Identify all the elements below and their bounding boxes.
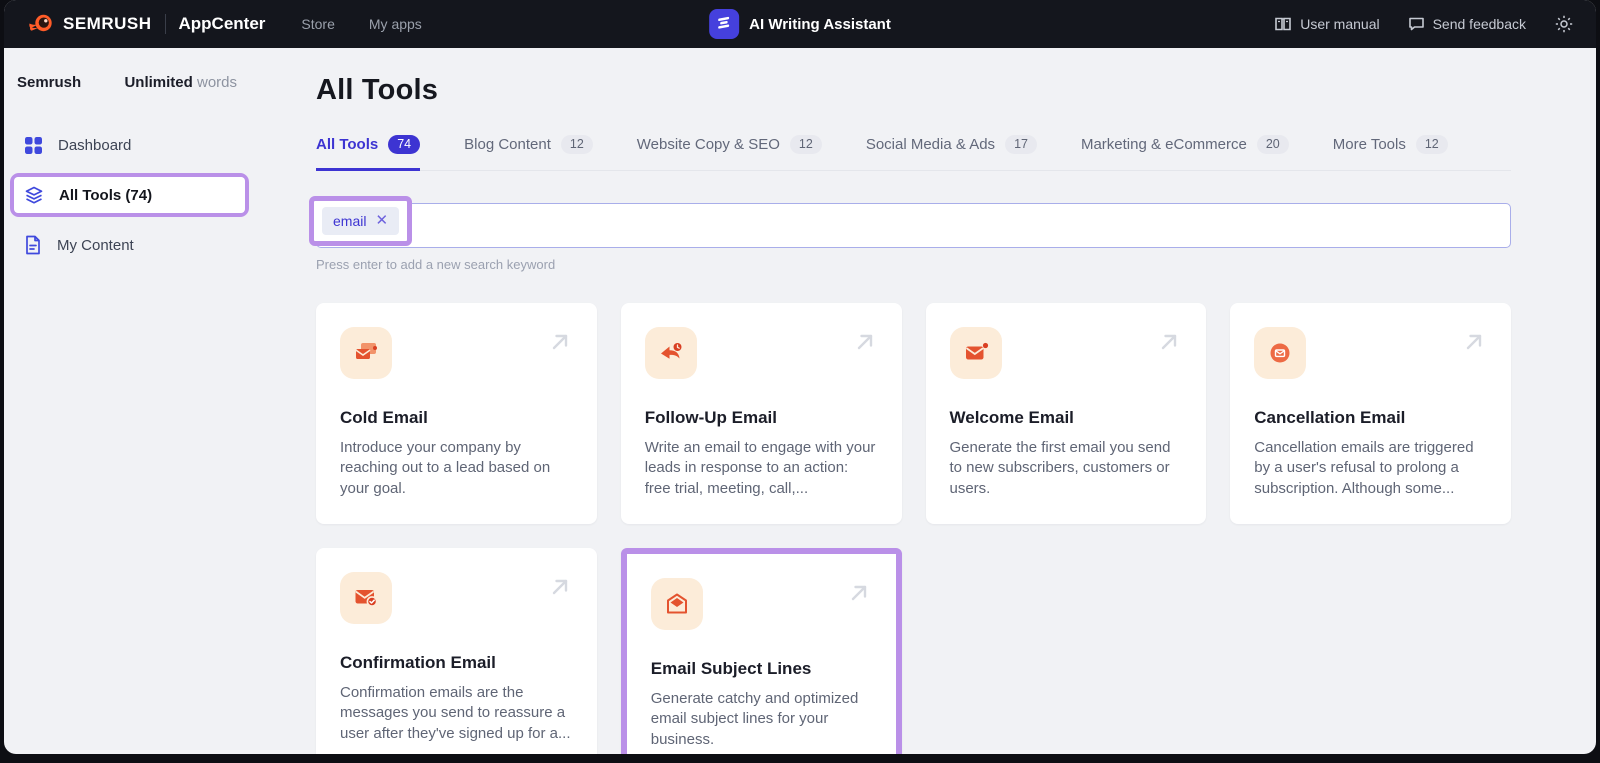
tab-social-media-ads[interactable]: Social Media & Ads 17 xyxy=(866,135,1037,171)
search-chip[interactable]: email ✕ xyxy=(322,206,400,235)
tab-website-copy-seo[interactable]: Website Copy & SEO 12 xyxy=(637,135,822,171)
app-header: AI Writing Assistant xyxy=(709,0,891,48)
document-icon xyxy=(24,235,42,255)
brand-semrush: SEMRUSH xyxy=(63,14,152,33)
open-arrow-icon xyxy=(1156,329,1182,360)
confirmation-email-icon xyxy=(351,583,381,613)
ai-writing-assistant-icon xyxy=(709,9,740,39)
tab-marketing-ecommerce[interactable]: Marketing & eCommerce 20 xyxy=(1081,135,1289,171)
welcome-email-icon xyxy=(961,338,991,368)
sidebar-item-all-tools-74[interactable]: All Tools (74) xyxy=(14,177,245,213)
card-slot-welcome-email: Welcome Email Generate the first email y… xyxy=(925,302,1207,524)
annotation-highlight-sidebar: All Tools (74) xyxy=(10,173,249,217)
tab-count-badge: 74 xyxy=(388,135,421,154)
card-slot-cold-email: Cold Email Introduce your company by rea… xyxy=(316,302,597,524)
tab-count-badge: 17 xyxy=(1005,135,1037,154)
card-icon-tile xyxy=(340,326,392,379)
annotation-highlight-card-email-subject-lines: Email Subject Lines Generate catchy and … xyxy=(620,547,902,754)
screenshot-frame: SEMRUSH AppCenter Store My apps AI Writi… xyxy=(0,0,1600,763)
tab-all-tools[interactable]: All Tools 74 xyxy=(316,135,421,171)
send-feedback-link[interactable]: Send feedback xyxy=(1408,16,1526,32)
open-arrow-icon xyxy=(852,329,878,360)
tab-count-badge: 12 xyxy=(789,135,822,154)
sidebar-nav: Dashboard All Tools (74) My Content xyxy=(4,125,254,265)
card-slot-confirmation-email: Confirmation Email Confirmation emails a… xyxy=(316,547,597,754)
card-icon-tile xyxy=(949,326,1002,379)
open-arrow-icon xyxy=(547,574,573,605)
tab-count-badge: 12 xyxy=(1415,135,1448,154)
user-manual-link[interactable]: User manual xyxy=(1274,16,1380,32)
tabs: All Tools 74 Blog Content 12 Website Cop… xyxy=(316,135,1511,171)
card-description: Generate the first email you send to new… xyxy=(949,438,1171,497)
topbar: SEMRUSH AppCenter Store My apps AI Writi… xyxy=(4,0,1596,48)
dashboard-grid-icon xyxy=(24,136,43,155)
search-helper: Press enter to add a new search keyword xyxy=(316,256,556,272)
topbar-nav: Store My apps xyxy=(301,16,421,32)
card-slot-follow-up-email: Follow-Up Email Write an email to engage… xyxy=(620,302,902,524)
card-title: Welcome Email xyxy=(949,407,1074,427)
tab-count-badge: 12 xyxy=(560,135,593,154)
card-title: Cold Email xyxy=(340,407,428,427)
sidebar: Semrush Unlimited words Dashboard All To… xyxy=(4,48,254,754)
card-slot-cancellation-email: Cancellation Email Cancellation emails a… xyxy=(1230,302,1511,524)
card-title: Cancellation Email xyxy=(1254,407,1406,427)
open-arrow-icon xyxy=(846,580,872,611)
card-follow-up-email[interactable]: Follow-Up Email Write an email to engage… xyxy=(620,302,902,524)
card-description: Introduce your company by reaching out t… xyxy=(340,438,551,497)
card-welcome-email[interactable]: Welcome Email Generate the first email y… xyxy=(925,302,1207,524)
card-description: Confirmation emails are the messages you… xyxy=(340,683,571,742)
open-arrow-icon xyxy=(547,329,573,360)
nav-my-apps[interactable]: My apps xyxy=(369,16,422,32)
card-title: Confirmation Email xyxy=(340,652,496,672)
brand-group[interactable]: SEMRUSH AppCenter xyxy=(28,11,265,37)
tab-count-badge: 20 xyxy=(1256,135,1289,154)
search-input[interactable] xyxy=(316,202,1511,248)
cancellation-email-icon xyxy=(1265,338,1295,368)
card-confirmation-email[interactable]: Confirmation Email Confirmation emails a… xyxy=(316,547,597,754)
open-arrow-icon xyxy=(1461,329,1487,360)
cold-email-icon xyxy=(351,338,381,368)
card-description: Write an email to engage with your leads… xyxy=(644,438,876,497)
nav-store[interactable]: Store xyxy=(301,16,334,32)
search-chip-label: email xyxy=(333,212,367,229)
card-title: Email Subject Lines xyxy=(650,658,812,678)
search-bar: email ✕ xyxy=(309,195,1511,248)
annotation-highlight-chip: email ✕ xyxy=(309,195,413,246)
page-title: All Tools xyxy=(316,74,439,106)
brand-appcenter: AppCenter xyxy=(178,14,266,33)
sidebar-item-dashboard[interactable]: Dashboard xyxy=(4,125,254,165)
tab-more-tools[interactable]: More Tools 12 xyxy=(1333,135,1448,171)
chip-remove-icon[interactable]: ✕ xyxy=(375,213,388,228)
brand-divider xyxy=(164,14,166,34)
cards-grid: Cold Email Introduce your company by rea… xyxy=(316,302,1511,754)
card-icon-tile xyxy=(644,326,697,379)
card-description: Generate catchy and optimized email subj… xyxy=(650,689,859,748)
card-cold-email[interactable]: Cold Email Introduce your company by rea… xyxy=(316,302,597,524)
content: Semrush Unlimited words Dashboard All To… xyxy=(4,48,1596,754)
chat-icon xyxy=(1408,16,1425,32)
plan-summary: Semrush Unlimited words xyxy=(4,74,254,91)
card-description: Cancellation emails are triggered by a u… xyxy=(1254,438,1474,497)
book-icon xyxy=(1274,16,1292,32)
topbar-right: User manual Send feedback xyxy=(1274,14,1574,34)
app-title: AI Writing Assistant xyxy=(749,15,891,33)
main-panel: All Tools All Tools 74 Blog Content 12 W… xyxy=(309,48,1511,754)
semrush-logo-icon xyxy=(28,11,54,37)
follow-up-email-icon xyxy=(656,338,686,368)
card-cancellation-email[interactable]: Cancellation Email Cancellation emails a… xyxy=(1230,302,1511,524)
plan-name: Semrush xyxy=(17,74,82,91)
app-window: SEMRUSH AppCenter Store My apps AI Writi… xyxy=(4,0,1596,754)
card-icon-tile xyxy=(650,577,703,630)
plan-words: Unlimited words xyxy=(124,74,237,91)
card-icon-tile xyxy=(1254,326,1307,379)
card-icon-tile xyxy=(340,571,392,624)
card-email-subject-lines[interactable]: Email Subject Lines Generate catchy and … xyxy=(620,547,902,754)
settings-gear-icon[interactable] xyxy=(1554,14,1574,34)
sidebar-item-my-content[interactable]: My Content xyxy=(4,225,254,265)
email-subject-lines-icon xyxy=(662,589,692,619)
layers-icon xyxy=(24,185,44,205)
tab-blog-content[interactable]: Blog Content 12 xyxy=(464,135,593,171)
card-title: Follow-Up Email xyxy=(644,407,777,427)
